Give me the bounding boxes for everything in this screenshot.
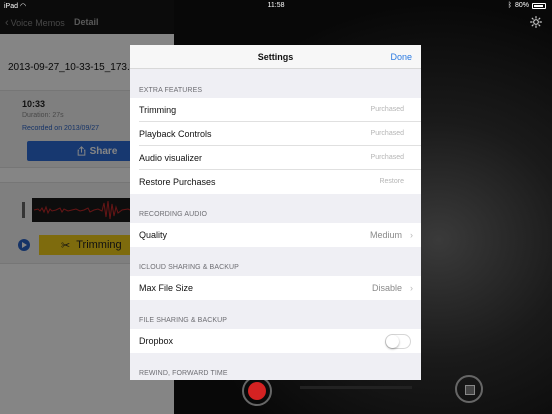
- section-recording-audio: RECORDING AUDIO: [139, 211, 208, 218]
- row-restore-purchases[interactable]: Restore Purchases Restore: [130, 170, 421, 194]
- row-trimming[interactable]: Trimming Purchased: [130, 98, 421, 122]
- section-extra-features: EXTRA FEATURES: [139, 87, 203, 94]
- section-icloud: ICLOUD SHARING & BACKUP: [139, 264, 239, 271]
- row-value: Purchased: [370, 106, 404, 113]
- row-value: Restore: [379, 178, 404, 185]
- row-label: Dropbox: [139, 336, 174, 346]
- row-dropbox: Dropbox: [130, 329, 421, 353]
- settings-modal: Settings Done EXTRA FEATURES Trimming Pu…: [130, 45, 421, 380]
- row-value: Disable: [371, 283, 402, 293]
- row-label: Playback Controls: [139, 129, 212, 139]
- row-value: Purchased: [370, 154, 404, 161]
- progress-track: [300, 386, 412, 389]
- chevron-right-icon: ›: [410, 230, 413, 240]
- chevron-right-icon: ›: [410, 283, 413, 293]
- section-rewind-forward: REWIND, FORWARD TIME: [139, 370, 228, 377]
- status-right: ᛒ 80%: [508, 2, 546, 9]
- record-button[interactable]: [242, 376, 272, 406]
- gear-icon[interactable]: [529, 15, 543, 29]
- status-time: 11:58: [267, 2, 285, 9]
- row-audio-visualizer[interactable]: Audio visualizer Purchased: [130, 146, 421, 170]
- row-label: Max File Size: [139, 283, 194, 293]
- row-value: Medium: [369, 230, 402, 240]
- stop-button[interactable]: [455, 375, 483, 403]
- row-playback-controls[interactable]: Playback Controls Purchased: [130, 122, 421, 146]
- row-max-file-size[interactable]: Max File Size Disable ›: [130, 276, 421, 300]
- row-value: Purchased: [370, 130, 404, 137]
- row-label: Restore Purchases: [139, 177, 216, 187]
- row-label: Trimming: [139, 105, 177, 115]
- section-file-sharing: FILE SHARING & BACKUP: [139, 317, 228, 324]
- done-button[interactable]: Done: [390, 52, 412, 62]
- dropbox-toggle[interactable]: [385, 334, 411, 349]
- settings-title: Settings: [257, 52, 294, 62]
- battery-icon: [532, 2, 546, 9]
- row-label: Quality: [139, 230, 168, 240]
- row-label: Audio visualizer: [139, 153, 203, 163]
- row-quality[interactable]: Quality Medium ›: [130, 223, 421, 247]
- settings-header: Settings Done: [130, 45, 421, 69]
- status-bar: iPad ◠ 11:58 ᛒ 80%: [0, 0, 552, 12]
- battery-percent: 80%: [514, 2, 529, 9]
- bluetooth-icon: ᛒ: [507, 2, 512, 9]
